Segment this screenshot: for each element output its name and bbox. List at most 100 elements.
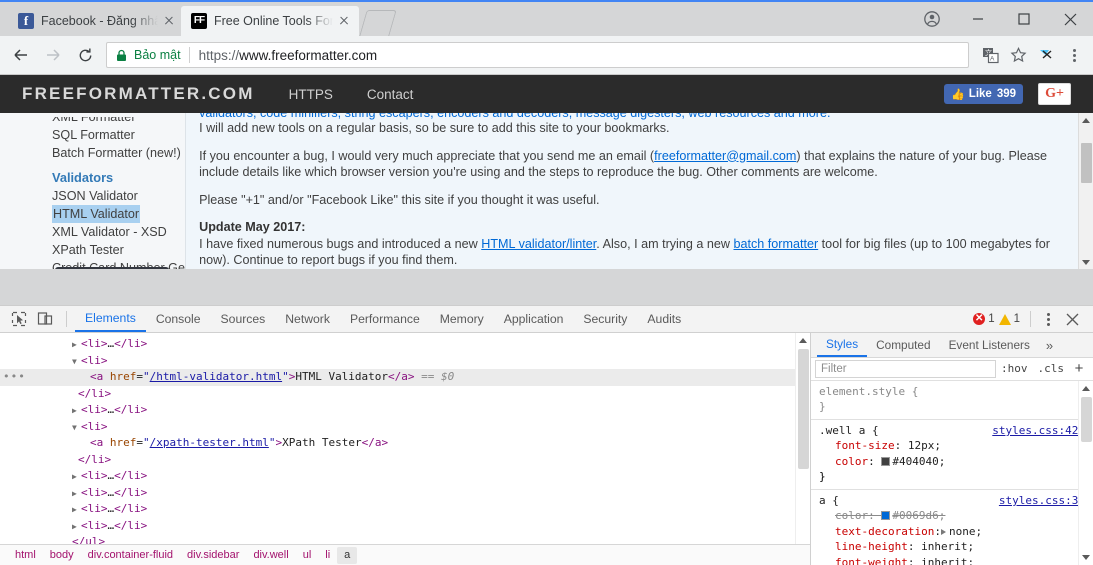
tab-close-icon[interactable]	[160, 12, 178, 30]
expand-triangle-icon[interactable]	[72, 403, 81, 420]
device-toolbar-icon[interactable]	[32, 307, 58, 331]
breadcrumb-item-sidebar[interactable]: div.sidebar	[180, 547, 246, 564]
devtools-tab-sources[interactable]: Sources	[211, 306, 276, 332]
extension-icon[interactable]	[1033, 42, 1059, 68]
page-scrollbar[interactable]	[1078, 113, 1093, 269]
style-declaration[interactable]: line-height: inherit;	[819, 539, 1085, 555]
styles-filter-input[interactable]	[815, 359, 996, 378]
tab-close-icon[interactable]	[335, 12, 353, 30]
bookmark-star-icon[interactable]	[1005, 42, 1031, 68]
expand-triangle-icon[interactable]	[940, 528, 946, 535]
collapse-triangle-icon[interactable]	[72, 420, 81, 437]
style-declaration[interactable]: text-decoration: none;	[819, 524, 1085, 540]
dom-line[interactable]: </li>	[0, 452, 810, 469]
dom-tree-scrollbar[interactable]	[795, 333, 810, 544]
style-declaration[interactable]: font-weight: inherit;	[819, 555, 1085, 565]
sidebar-item-xpath-tester[interactable]: XPath Tester	[52, 241, 185, 259]
browser-tab-freeformatter[interactable]: FF Free Online Tools For Dev	[181, 6, 359, 36]
style-declaration-overridden[interactable]: color: #0069d6;	[819, 508, 1085, 524]
dom-line[interactable]: <li>…</li>	[0, 501, 810, 518]
styles-tab-event-listeners[interactable]: Event Listeners	[940, 333, 1039, 357]
address-bar[interactable]: Bảo mật https://www.freeformatter.com	[106, 42, 969, 68]
color-swatch[interactable]	[881, 456, 891, 466]
expand-triangle-icon[interactable]	[72, 337, 81, 354]
dom-scrollbar-thumb[interactable]	[798, 349, 809, 469]
scroll-down-arrow-icon[interactable]	[1079, 255, 1093, 269]
style-rule-source-link[interactable]: styles.css:30	[999, 493, 1085, 509]
minimize-icon[interactable]	[955, 4, 1001, 34]
site-nav-contact[interactable]: Contact	[367, 87, 414, 102]
expand-triangle-icon[interactable]	[72, 486, 81, 503]
breadcrumb-item-container-fluid[interactable]: div.container-fluid	[81, 547, 180, 564]
devtools-tab-elements[interactable]: Elements	[75, 306, 146, 332]
new-tab-button[interactable]	[359, 10, 397, 36]
sidebar-item-xml-validator-xsd[interactable]: XML Validator - XSD	[52, 223, 185, 241]
styles-tab-computed[interactable]: Computed	[867, 333, 939, 357]
expand-triangle-icon[interactable]	[72, 502, 81, 519]
google-plus-button[interactable]: G+	[1038, 83, 1071, 105]
devtools-tab-network[interactable]: Network	[275, 306, 340, 332]
dom-line[interactable]: <li>	[0, 353, 810, 370]
breadcrumb-item-html[interactable]: html	[8, 547, 43, 564]
devtools-tab-memory[interactable]: Memory	[430, 306, 494, 332]
sidebar-item-batch-formatter[interactable]: Batch Formatter (new!)	[52, 144, 185, 162]
breadcrumb-item-well[interactable]: div.well	[246, 547, 295, 564]
sidebar-item-sql-formatter[interactable]: SQL Formatter	[52, 126, 185, 144]
breadcrumb-item-a[interactable]: a	[337, 546, 358, 564]
styles-scrollbar[interactable]	[1078, 380, 1093, 565]
element-classes-button[interactable]: .cls	[1033, 362, 1070, 375]
maximize-icon[interactable]	[1001, 4, 1047, 34]
style-declaration[interactable]: font-size: 12px;	[819, 438, 1085, 454]
dom-line[interactable]: <li>…</li>	[0, 485, 810, 502]
scroll-up-arrow-icon[interactable]	[1079, 113, 1093, 128]
email-link[interactable]: freeformatter@gmail.com	[654, 149, 796, 163]
dom-tree[interactable]: <li>…</li> <li> •••<a href="/html-valida…	[0, 333, 810, 544]
devtools-close-icon[interactable]	[1059, 307, 1085, 331]
style-rule-element-style[interactable]: element.style { }	[811, 381, 1093, 420]
style-rule-well-a[interactable]: .well a { styles.css:421 font-size: 12px…	[811, 420, 1093, 490]
html-validator-linter-link[interactable]: HTML validator/linter	[481, 237, 596, 251]
inspect-element-icon[interactable]	[6, 307, 32, 331]
dom-line[interactable]: <li>…</li>	[0, 336, 810, 353]
dom-line[interactable]: <li>	[0, 419, 810, 436]
styles-tab-styles[interactable]: Styles	[817, 333, 868, 357]
collapse-triangle-icon[interactable]	[72, 354, 81, 371]
dom-line[interactable]: <li>…</li>	[0, 518, 810, 535]
dom-line[interactable]: </li>	[0, 386, 810, 403]
toggle-element-state-button[interactable]: :hov	[996, 362, 1033, 375]
new-style-rule-button[interactable]: +	[1069, 361, 1089, 376]
dom-line[interactable]: <a href="/xpath-tester.html">XPath Teste…	[0, 435, 810, 452]
sidebar-item-html-validator[interactable]: HTML Validator	[52, 205, 185, 223]
translate-icon[interactable]: 文A	[977, 42, 1003, 68]
close-icon[interactable]	[1047, 4, 1093, 34]
scroll-up-arrow-icon[interactable]	[1079, 381, 1093, 396]
devtools-tab-security[interactable]: Security	[573, 306, 637, 332]
dom-line[interactable]: </ul>	[0, 534, 810, 544]
warning-count-badge[interactable]: 1	[998, 313, 1020, 325]
devtools-tab-performance[interactable]: Performance	[340, 306, 430, 332]
breadcrumb-item-ul[interactable]: ul	[296, 547, 319, 564]
reload-icon[interactable]	[70, 40, 100, 70]
page-scrollbar-thumb[interactable]	[1081, 143, 1092, 183]
site-nav-https[interactable]: HTTPS	[289, 87, 333, 102]
dom-line-selected[interactable]: ••• <a href="/html-validator.html">HTML V…	[0, 369, 810, 386]
scroll-down-arrow-icon[interactable]	[1079, 550, 1093, 565]
expand-triangle-icon[interactable]	[72, 519, 81, 536]
breadcrumb-item-body[interactable]: body	[43, 547, 81, 564]
styles-scrollbar-thumb[interactable]	[1081, 396, 1092, 442]
style-rule-a[interactable]: a { styles.css:30 color: #0069d6; text-d…	[811, 490, 1093, 565]
dom-line-options-icon[interactable]: •••	[3, 369, 26, 386]
sidebar-item-json-validator[interactable]: JSON Validator	[52, 187, 185, 205]
error-count-badge[interactable]: ✕ 1	[973, 313, 995, 325]
scroll-up-arrow-icon[interactable]	[796, 333, 810, 348]
sidebar-item-xml-formatter-clipped[interactable]: XML Formatter	[52, 117, 185, 126]
facebook-like-button[interactable]: 👍 Like 399	[944, 84, 1023, 104]
devtools-menu-icon[interactable]	[1037, 307, 1059, 331]
style-declaration[interactable]: color: #404040;	[819, 454, 1085, 470]
color-swatch[interactable]	[881, 511, 891, 521]
devtools-tab-audits[interactable]: Audits	[637, 306, 691, 332]
batch-formatter-link[interactable]: batch formatter	[733, 237, 818, 251]
dom-line[interactable]: <li>…</li>	[0, 402, 810, 419]
dom-line[interactable]: <li>…</li>	[0, 468, 810, 485]
style-rule-source-link[interactable]: styles.css:421	[992, 423, 1085, 439]
